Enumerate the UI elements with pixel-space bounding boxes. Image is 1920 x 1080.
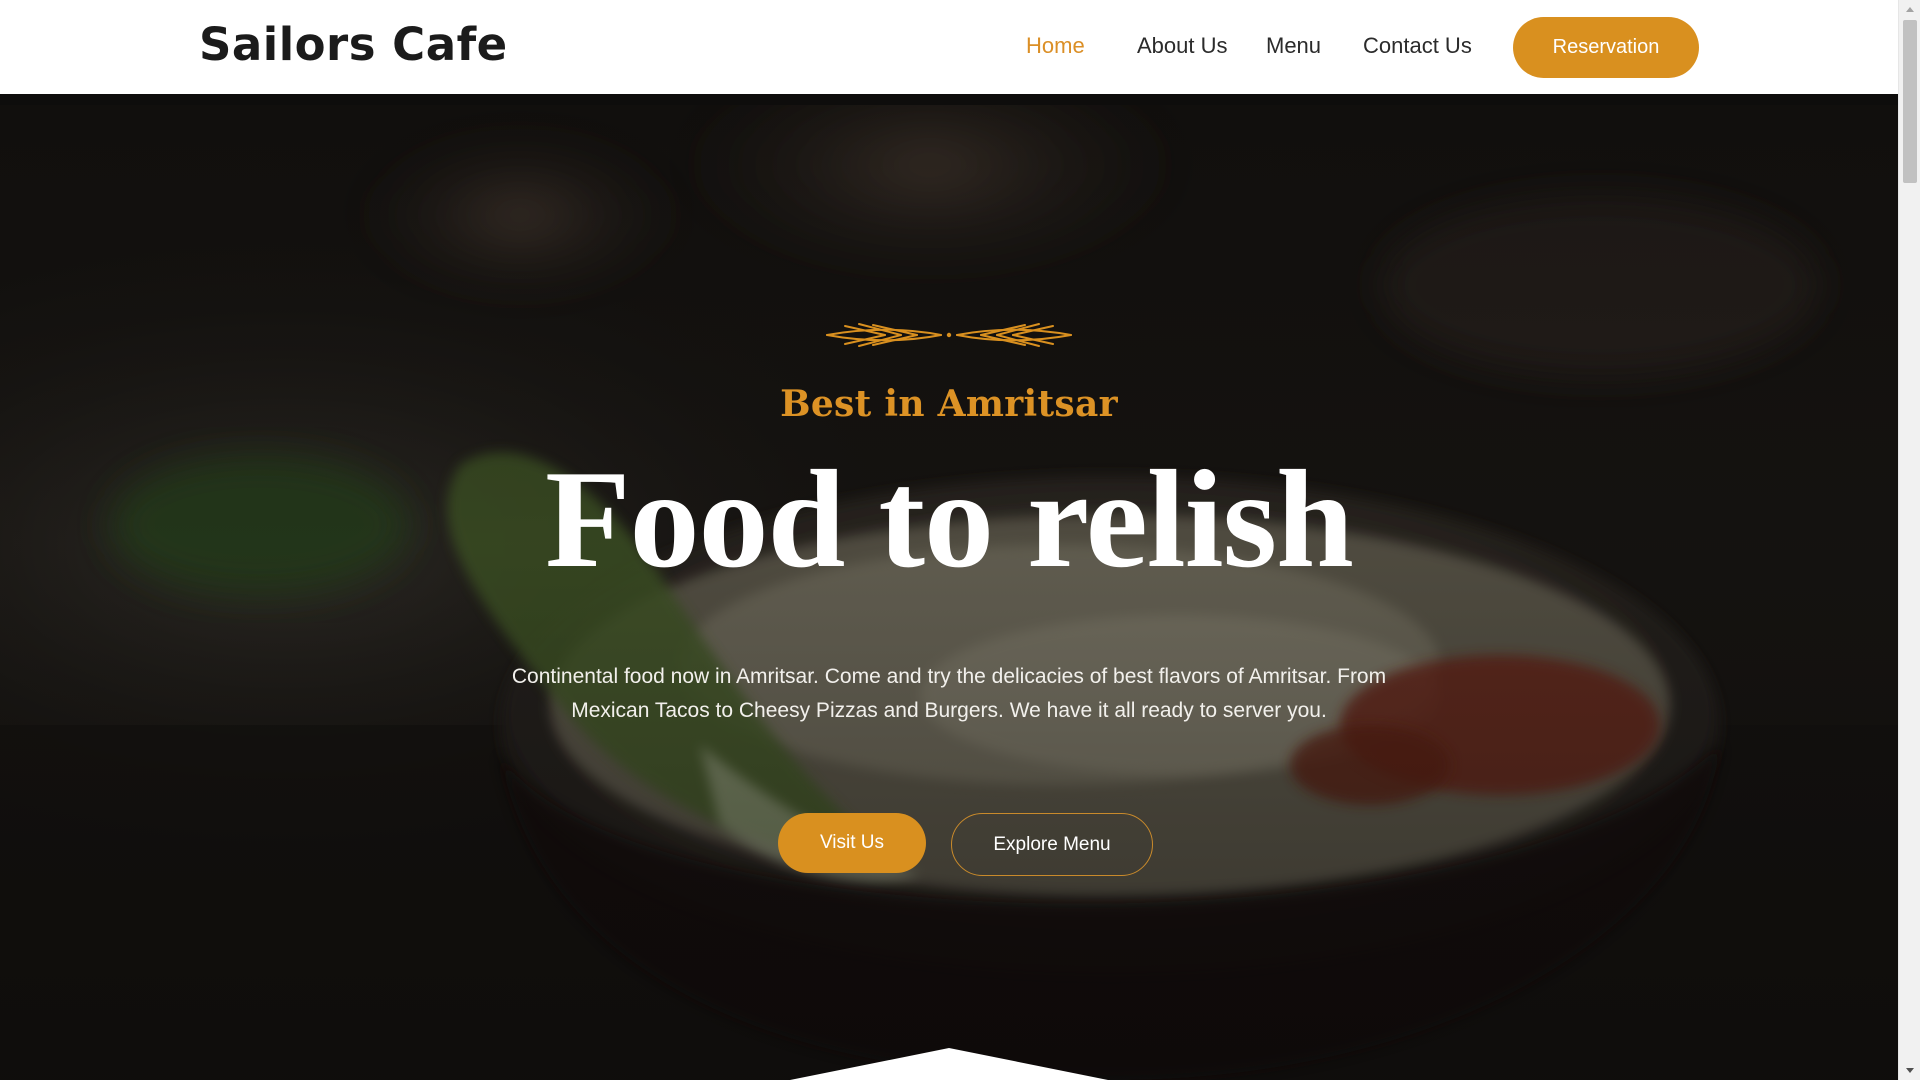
hero-description: Continental food now in Amritsar. Come a… (511, 665, 1387, 722)
hero-section: Best in Amritsar Food to relish Continen… (0, 105, 1898, 1080)
scroll-up-arrow-icon[interactable] (1899, 0, 1920, 18)
site-header: Sailors Cafe Home About Us Menu Contact … (0, 0, 1898, 94)
scrollbar-thumb[interactable] (1903, 20, 1917, 183)
wheat-flourish-icon (826, 323, 1072, 347)
hero-content: Best in Amritsar Food to relish Continen… (0, 105, 1898, 1080)
hero-tagline: Best in Amritsar (780, 383, 1118, 425)
site-logo[interactable]: Sailors Cafe (199, 18, 508, 71)
nav-link-contact-us[interactable]: Contact Us (1363, 33, 1472, 59)
explore-menu-button[interactable]: Explore Menu (951, 813, 1153, 876)
hero-headline: Food to relish (545, 442, 1354, 597)
section-divider-notch (790, 1048, 1108, 1080)
nav-link-menu[interactable]: Menu (1266, 33, 1321, 59)
page-scrollbar[interactable] (1898, 0, 1920, 1080)
nav-link-about-us[interactable]: About Us (1137, 33, 1228, 59)
visit-us-button[interactable]: Visit Us (778, 813, 926, 873)
header-divider (0, 94, 1898, 105)
nav-link-home[interactable]: Home (1026, 33, 1085, 59)
scroll-down-arrow-icon[interactable] (1899, 1062, 1920, 1080)
reservation-button[interactable]: Reservation (1513, 17, 1699, 78)
